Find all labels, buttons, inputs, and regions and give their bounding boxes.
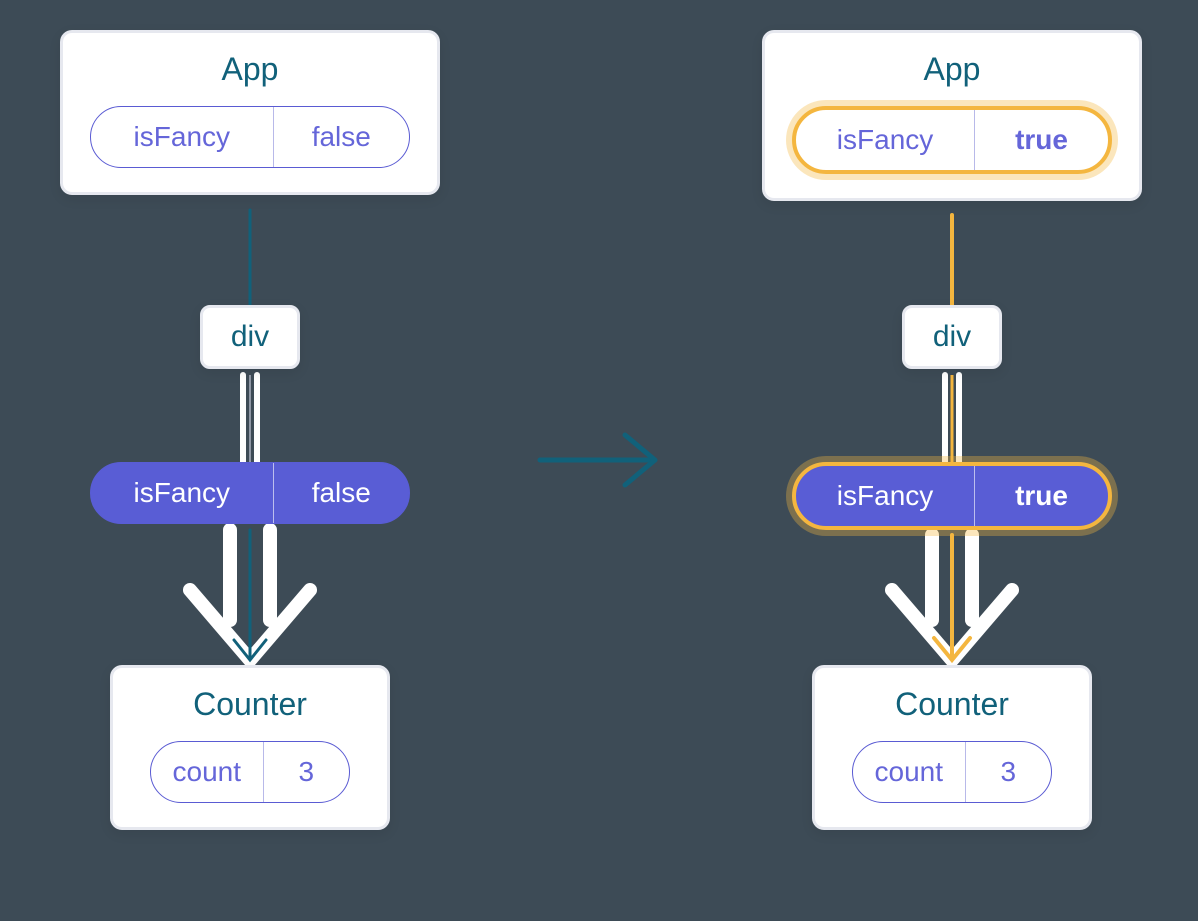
app-title: App bbox=[87, 51, 413, 88]
state-key: isFancy bbox=[796, 110, 975, 170]
counter-component-box: Counter count 3 bbox=[110, 665, 390, 830]
prop-key: isFancy bbox=[91, 463, 274, 523]
div-label: div bbox=[231, 320, 269, 353]
div-element-box: div bbox=[200, 305, 300, 369]
div-element-box: div bbox=[902, 305, 1002, 369]
app-title: App bbox=[789, 51, 1115, 88]
app-state-pill-highlighted: isFancy true bbox=[792, 106, 1112, 174]
sparkle-icon bbox=[1088, 462, 1112, 498]
counter-state-pill: count 3 bbox=[852, 741, 1052, 803]
isfancy-prop-pill: isFancy false bbox=[90, 462, 410, 524]
counter-state-pill: count 3 bbox=[150, 741, 350, 803]
state-val: 3 bbox=[264, 742, 349, 802]
app-state-pill: isFancy false bbox=[90, 106, 410, 168]
state-val: false bbox=[274, 107, 409, 167]
counter-title: Counter bbox=[137, 686, 363, 723]
sparkle-icon bbox=[1088, 106, 1112, 142]
prop-key: isFancy bbox=[796, 466, 975, 526]
transition-arrow bbox=[530, 420, 670, 500]
prop-pill-wrap: isFancy false bbox=[90, 462, 410, 524]
state-key: isFancy bbox=[91, 107, 274, 167]
state-key: count bbox=[853, 742, 966, 802]
state-key: count bbox=[151, 742, 264, 802]
counter-component-box: Counter count 3 bbox=[812, 665, 1092, 830]
state-val: 3 bbox=[966, 742, 1051, 802]
prop-pill-wrap: isFancy true bbox=[792, 462, 1112, 530]
app-component-box: App isFancy true bbox=[762, 30, 1142, 201]
div-label: div bbox=[933, 320, 971, 353]
prop-val: false bbox=[274, 463, 409, 523]
counter-title: Counter bbox=[839, 686, 1065, 723]
isfancy-prop-pill-highlighted: isFancy true bbox=[792, 462, 1112, 530]
app-component-box: App isFancy false bbox=[60, 30, 440, 195]
